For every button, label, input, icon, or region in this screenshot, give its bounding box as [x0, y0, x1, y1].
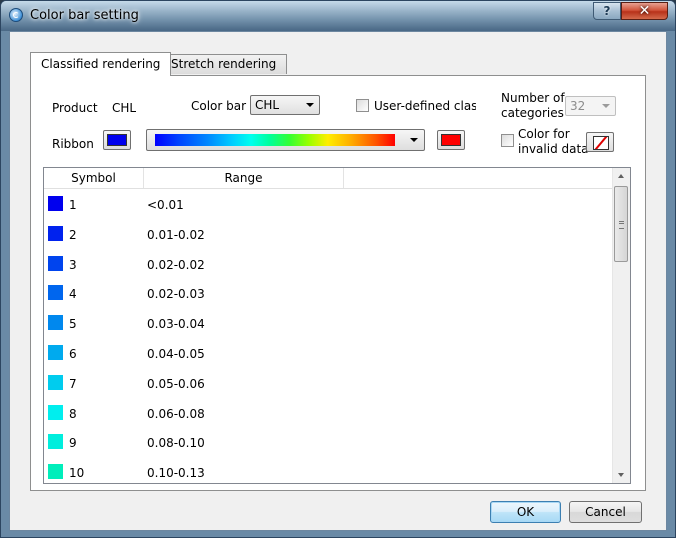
ribbon-end-color-swatch [441, 134, 461, 146]
class-number: 6 [69, 346, 77, 361]
class-number: 1 [69, 198, 77, 212]
class-range[interactable]: 0.01-0.02 [147, 228, 205, 242]
number-of-categories-value: 32 [570, 99, 586, 113]
vertical-scrollbar[interactable] [612, 168, 630, 483]
user-defined-checkbox[interactable] [356, 99, 369, 112]
ok-button[interactable]: OK [490, 501, 561, 523]
table-row[interactable]: 5 0.03-0.04 [44, 308, 614, 338]
class-number: 4 [69, 287, 77, 302]
ribbon-gradient-preview [155, 134, 395, 146]
product-label: Product [52, 101, 98, 115]
help-icon: ? [603, 4, 611, 18]
table-rows: 1 <0.01 2 0.01-0.02 3 0.02-0.02 4 0.02-0.03 5 0.0… [44, 189, 614, 483]
symbol-swatch[interactable] [48, 315, 63, 331]
symbol-swatch[interactable] [48, 225, 63, 241]
number-of-categories-label-line2: categories [501, 106, 564, 120]
table-row[interactable]: 4 0.02-0.03 [44, 278, 614, 308]
table-row[interactable]: 9 0.08-0.10 [44, 427, 614, 457]
chevron-down-icon [410, 138, 418, 142]
class-range[interactable]: 0.02-0.03 [147, 287, 205, 301]
class-number: 5 [69, 317, 77, 332]
color-bar-setting-window: Color bar setting ? ✕ Classified renderi… [0, 0, 676, 538]
title-bar[interactable]: Color bar setting ? ✕ [1, 1, 675, 31]
class-range[interactable]: 0.10-0.13 [147, 466, 205, 480]
class-range[interactable]: 0.08-0.10 [147, 436, 205, 450]
number-of-categories-select[interactable]: 32 [565, 96, 616, 116]
user-defined-label: User-defined classi [374, 99, 476, 113]
symbol-swatch[interactable] [48, 285, 63, 301]
color-bar-label: Color bar [191, 99, 247, 113]
symbol-swatch[interactable] [48, 404, 63, 420]
ribbon-label: Ribbon [52, 137, 94, 151]
product-value: CHL [112, 101, 137, 115]
table-row[interactable]: 1 <0.01 [44, 189, 614, 219]
column-header-symbol[interactable]: Symbol [44, 168, 144, 188]
table-row[interactable]: 7 0.05-0.06 [44, 368, 614, 398]
invalid-data-label-line2: invalid data [518, 142, 589, 156]
scroll-down-icon[interactable] [613, 466, 630, 483]
help-button[interactable]: ? [593, 2, 621, 20]
class-number: 9 [69, 436, 77, 451]
symbol-swatch[interactable] [48, 374, 63, 390]
tab-stretch-rendering[interactable]: Stretch rendering [160, 54, 288, 74]
invalid-data-color-checkbox[interactable] [501, 134, 514, 147]
close-icon: ✕ [638, 3, 651, 19]
table-row[interactable]: 2 0.01-0.02 [44, 219, 614, 249]
classified-rendering-panel: Product CHL Color bar CHL User-defined c… [30, 75, 646, 491]
ribbon-select[interactable] [146, 129, 425, 151]
scroll-up-icon[interactable] [613, 168, 630, 185]
app-icon [9, 8, 23, 22]
tab-classified-rendering[interactable]: Classified rendering [30, 52, 172, 76]
symbol-swatch[interactable] [48, 196, 63, 211]
table-row[interactable]: 10 0.10-0.13 [44, 457, 614, 483]
color-bar-selected-value: CHL [255, 98, 280, 112]
class-range[interactable]: 0.03-0.04 [147, 317, 205, 331]
class-range[interactable]: 0.05-0.06 [147, 377, 205, 391]
ribbon-end-color-button[interactable] [437, 130, 465, 150]
chevron-down-icon [602, 104, 610, 108]
scrollbar-thumb[interactable] [614, 186, 628, 262]
dialog-body: Classified rendering Stretch rendering P… [9, 31, 667, 531]
number-of-categories-label-line1: Number of [501, 91, 565, 105]
cancel-button[interactable]: Cancel [569, 501, 642, 523]
class-number: 7 [69, 376, 77, 391]
class-range[interactable]: 0.06-0.08 [147, 407, 205, 421]
no-color-icon [593, 136, 609, 150]
symbol-swatch[interactable] [48, 344, 63, 360]
ribbon-start-color-swatch [107, 134, 127, 146]
symbol-swatch[interactable] [48, 255, 63, 271]
color-bar-select[interactable]: CHL [250, 95, 320, 115]
class-number: 2 [69, 227, 77, 242]
window-title: Color bar setting [30, 8, 139, 23]
invalid-data-label-line1: Color for [518, 127, 570, 141]
chevron-down-icon [306, 103, 314, 107]
class-number: 10 [69, 466, 85, 481]
class-range[interactable]: 0.02-0.02 [147, 258, 205, 272]
table-header: Symbol Range [44, 168, 614, 189]
class-range[interactable]: 0.04-0.05 [147, 347, 205, 361]
class-number: 8 [69, 406, 77, 421]
symbol-swatch[interactable] [48, 464, 63, 480]
table-row[interactable]: 3 0.02-0.02 [44, 249, 614, 279]
close-button[interactable]: ✕ [621, 2, 668, 20]
invalid-data-color-button[interactable] [586, 132, 614, 152]
column-header-range[interactable]: Range [144, 168, 344, 188]
classification-table: Symbol Range 1 <0.01 2 0.01-0.02 3 0.02-0.02 4… [43, 167, 631, 484]
symbol-swatch[interactable] [48, 434, 63, 450]
ribbon-start-color-button[interactable] [103, 130, 131, 150]
class-number: 3 [69, 257, 77, 272]
table-row[interactable]: 8 0.06-0.08 [44, 398, 614, 428]
table-row[interactable]: 6 0.04-0.05 [44, 338, 614, 368]
class-range[interactable]: <0.01 [147, 198, 184, 212]
